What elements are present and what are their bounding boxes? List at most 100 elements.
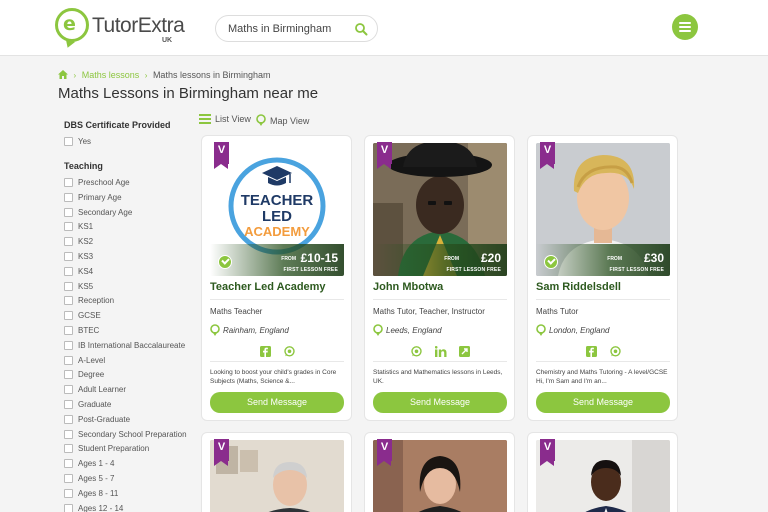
send-message-button[interactable]: Send Message — [373, 392, 507, 413]
hamburger-menu-icon[interactable] — [672, 14, 698, 40]
checkbox[interactable] — [64, 311, 73, 321]
checkbox[interactable] — [64, 178, 73, 187]
tutor-name[interactable]: John Mbotwa — [373, 281, 443, 293]
tutor-card[interactable]: FROM £30 FIRST LESSON FREE V Sam Riddels… — [527, 135, 678, 421]
tutor-card[interactable]: TEACHER LED ACADEMY FROM £10-15 FIRST LE… — [201, 135, 352, 421]
verified-badge: V — [214, 439, 229, 466]
checkbox[interactable] — [64, 207, 73, 217]
location-text: London, England — [549, 326, 610, 335]
facebook-icon[interactable] — [260, 344, 272, 362]
price-value: £30 — [643, 251, 664, 265]
checkbox[interactable] — [64, 326, 73, 335]
facebook-icon[interactable] — [586, 344, 598, 362]
checkbox[interactable] — [64, 488, 73, 498]
home-icon[interactable] — [58, 70, 68, 79]
search-icon[interactable] — [354, 22, 368, 36]
filter-label: Yes — [78, 137, 92, 146]
filter-label: Ages 1 - 4 — [78, 459, 115, 469]
verified-badge: V — [377, 142, 392, 169]
tutor-photo[interactable] — [373, 440, 507, 512]
tutor-photo[interactable]: FROM £30 FIRST LESSON FREE — [536, 143, 670, 276]
map-view-toggle[interactable]: Map View — [256, 114, 309, 126]
verified-badge: V — [540, 439, 555, 466]
send-message-button[interactable]: Send Message — [210, 392, 344, 413]
teaching-filter-heading: Teaching — [64, 161, 103, 171]
price-value: £20 — [480, 251, 501, 265]
checkbox[interactable] — [64, 340, 73, 350]
filter-label: Graduate — [78, 400, 112, 409]
breadcrumb-maths-lessons[interactable]: Maths lessons — [82, 70, 140, 80]
tutor-name[interactable]: Teacher Led Academy — [210, 281, 326, 293]
tutorextra-logo[interactable]: e TutorExtra UK — [55, 8, 185, 46]
filter-label: KS2 — [78, 237, 94, 247]
checkbox[interactable] — [64, 459, 73, 469]
website-link-icon[interactable] — [458, 344, 470, 362]
verified-check-icon — [218, 255, 232, 269]
price-from-label: FROM — [607, 256, 622, 262]
logo-line-2: LED — [262, 208, 292, 225]
divider — [210, 299, 344, 300]
whatsapp-icon[interactable] — [411, 344, 422, 362]
filter-label: Secondary School Preparation — [78, 429, 187, 439]
checkbox[interactable] — [64, 444, 73, 454]
tutor-location: Rainham, England — [210, 324, 289, 336]
tutor-photo[interactable]: TEACHER LED ACADEMY FROM £10-15 FIRST LE… — [210, 143, 344, 276]
page-title: Maths Lessons in Birmingham near me — [58, 85, 319, 102]
checkbox[interactable] — [64, 266, 73, 276]
divider — [536, 361, 670, 362]
tutor-card[interactable]: V — [527, 432, 678, 512]
whatsapp-icon[interactable] — [610, 344, 621, 362]
checkbox[interactable] — [64, 370, 73, 380]
checkbox[interactable] — [64, 281, 73, 291]
tutor-card[interactable]: FROM £20 FIRST LESSON FREE V John Mbotwa… — [364, 135, 515, 421]
search-input[interactable]: Maths in Birmingham — [215, 15, 378, 42]
divider — [373, 361, 507, 362]
whatsapp-icon[interactable] — [284, 344, 295, 362]
list-view-toggle[interactable]: List View — [199, 114, 251, 124]
checkbox[interactable] — [64, 296, 73, 306]
divider — [210, 361, 344, 362]
first-lesson-free-label: FIRST LESSON FREE — [446, 267, 501, 273]
tutor-photo[interactable] — [210, 440, 344, 512]
send-message-button[interactable]: Send Message — [536, 392, 670, 413]
checkbox[interactable] — [64, 222, 73, 232]
location-text: Rainham, England — [223, 326, 289, 335]
filter-label: Post-Graduate — [78, 414, 131, 424]
map-pin-icon — [256, 114, 266, 126]
checkbox[interactable] — [64, 252, 73, 261]
social-links — [202, 344, 353, 357]
price-from-label: FROM — [444, 256, 459, 262]
verified-check-icon — [544, 255, 558, 269]
checkbox[interactable] — [64, 237, 73, 247]
price-band: FROM £10-15 FIRST LESSON FREE — [210, 244, 344, 276]
logo-line-1: TEACHER — [241, 192, 314, 209]
breadcrumb-current: Maths lessons in Birmingham — [152, 70, 271, 80]
tutor-role: Maths Teacher — [210, 307, 263, 316]
linkedin-icon[interactable] — [434, 344, 447, 362]
tutor-card[interactable]: V — [364, 432, 515, 512]
price-band: FROM £30 FIRST LESSON FREE — [536, 244, 670, 276]
checkbox[interactable] — [64, 400, 73, 409]
checkbox[interactable] — [64, 414, 73, 424]
breadcrumb: › Maths lessons › Maths lessons in Birmi… — [58, 70, 270, 80]
filter-label: KS4 — [78, 266, 94, 276]
checkbox[interactable] — [64, 429, 73, 439]
filter-label: Ages 12 - 14 — [78, 503, 124, 512]
checkbox[interactable] — [64, 385, 73, 395]
checkbox[interactable] — [64, 474, 73, 483]
location-pin-icon — [210, 324, 220, 336]
checkbox[interactable] — [64, 503, 73, 512]
price-band: FROM £20 FIRST LESSON FREE — [373, 244, 507, 276]
location-pin-icon — [373, 324, 383, 336]
checkbox[interactable] — [64, 137, 73, 146]
tutor-name[interactable]: Sam Riddelsdell — [536, 281, 621, 293]
divider — [536, 299, 670, 300]
checkbox[interactable] — [64, 355, 73, 365]
tutor-photo[interactable] — [536, 440, 670, 512]
tutor-card[interactable]: V — [201, 432, 352, 512]
filter-label: Secondary Age — [78, 207, 133, 217]
location-pin-icon — [536, 324, 546, 336]
checkbox[interactable] — [64, 192, 73, 202]
tutor-photo[interactable]: FROM £20 FIRST LESSON FREE — [373, 143, 507, 276]
verified-badge: V — [214, 142, 229, 169]
